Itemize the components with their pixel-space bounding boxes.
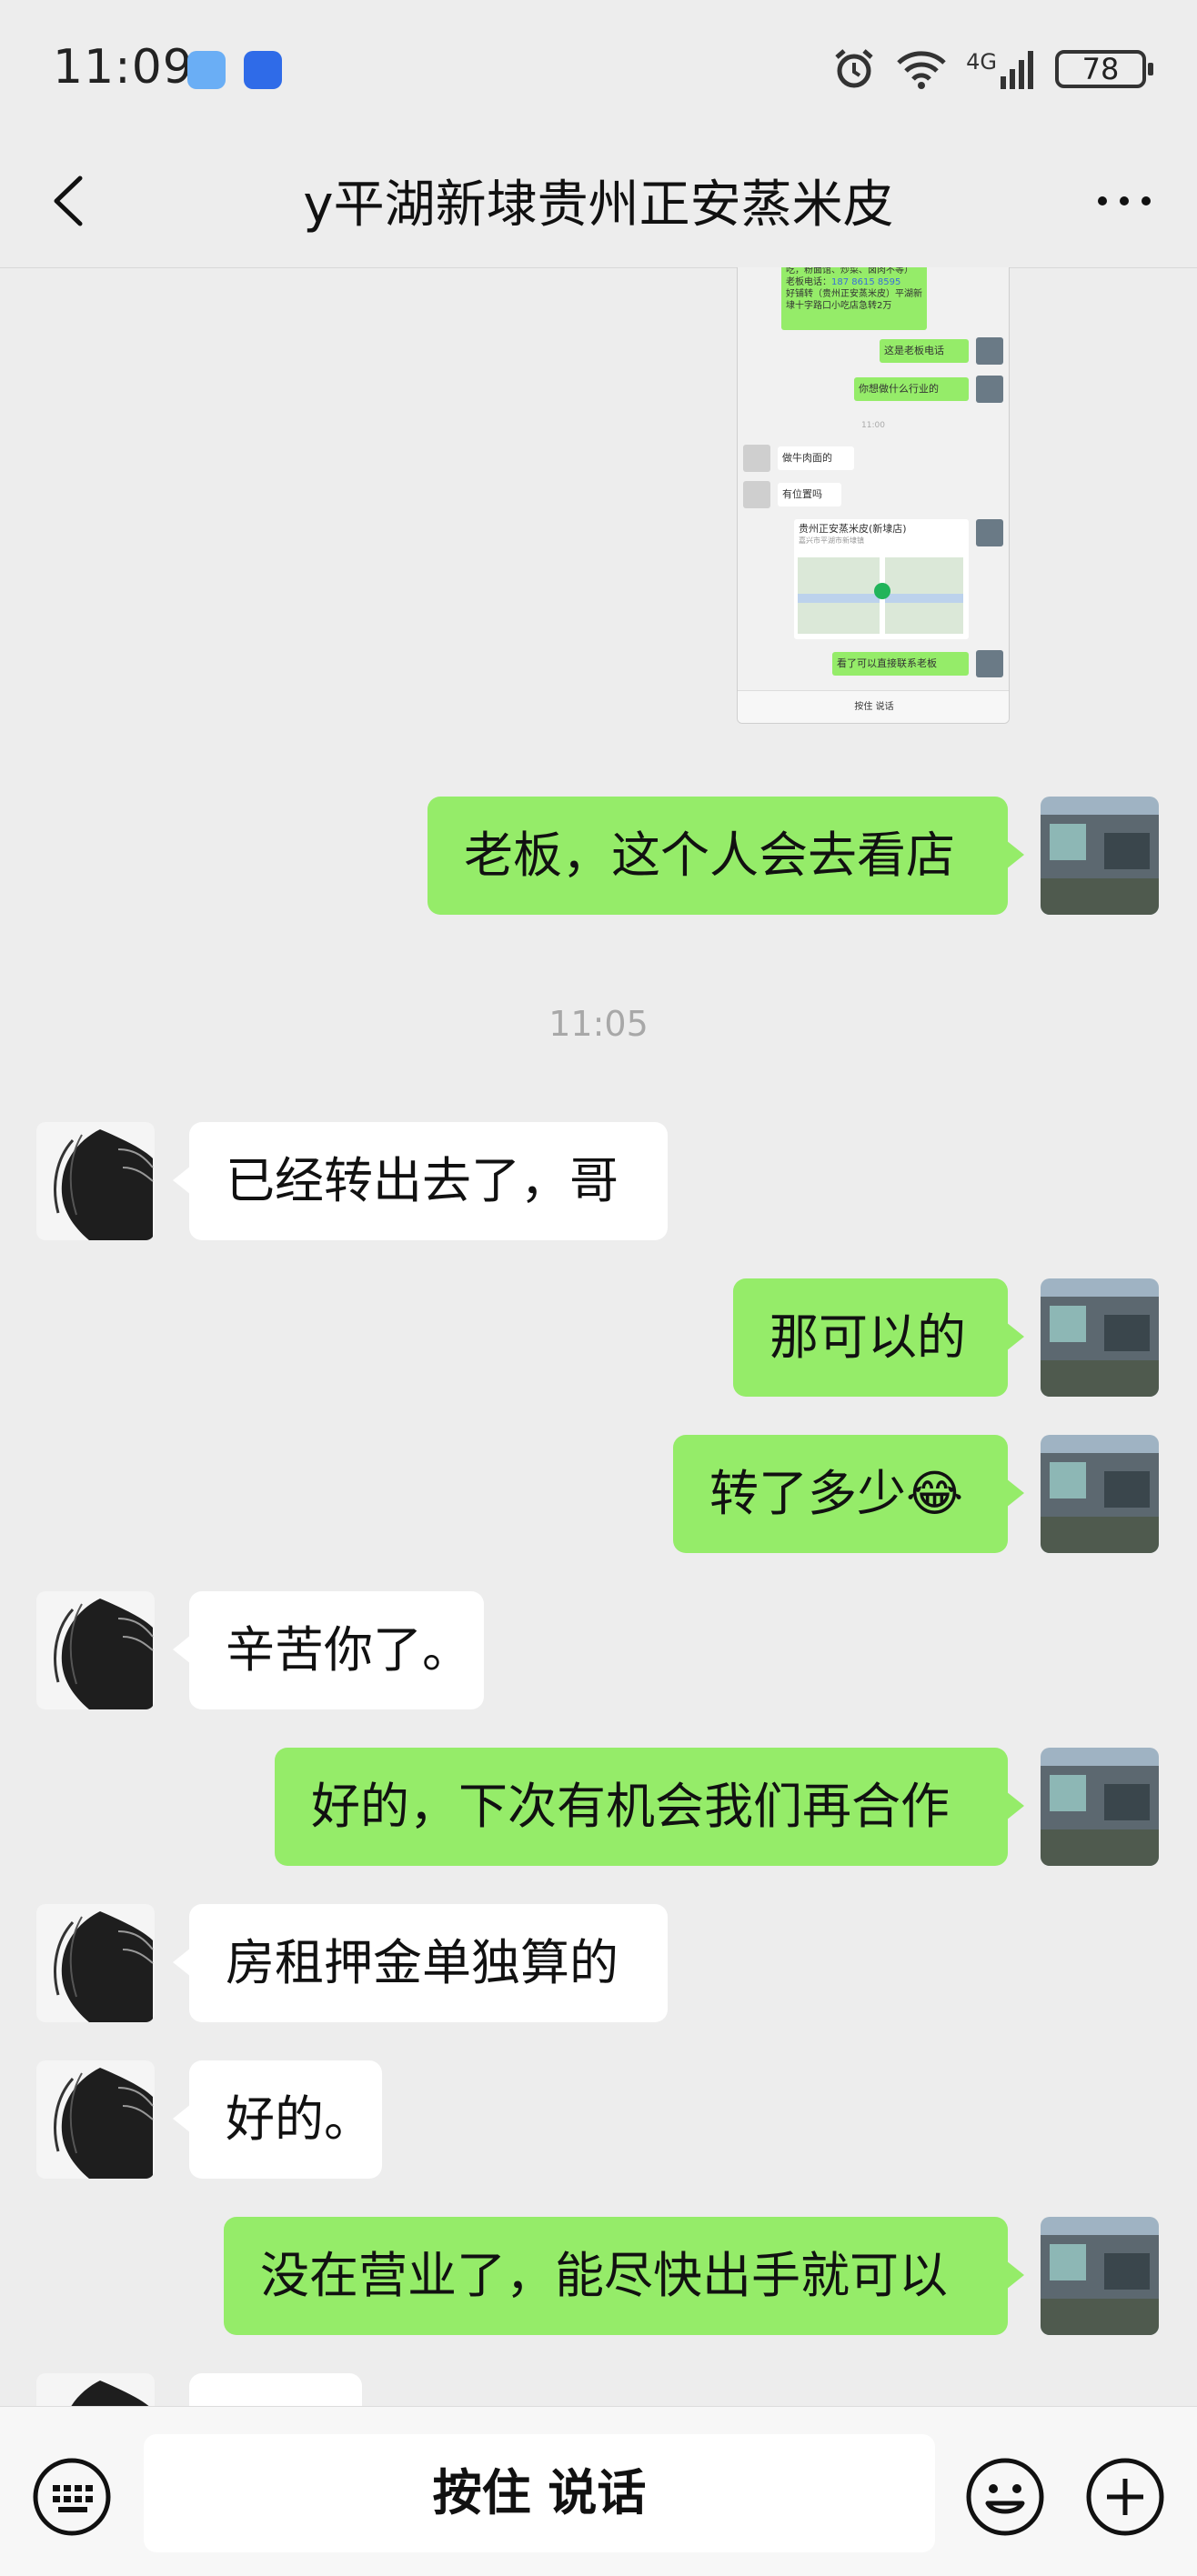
hold-to-talk-button[interactable]: 按住 说话 xyxy=(144,2434,935,2552)
contact-avatar[interactable] xyxy=(36,2373,155,2406)
shot-location-card: 贵州正安蒸米皮(新埭店) 嘉兴市平湖市新埭镇 xyxy=(794,519,969,639)
shot-transfer-text: 好铺转（贵州正安蒸米皮）平湖新埭十字路口小吃店急转2万 xyxy=(786,289,922,311)
plus-icon[interactable] xyxy=(1084,2456,1166,2538)
shot-timestamp: 11:00 xyxy=(861,421,885,430)
my-avatar[interactable] xyxy=(1041,2217,1159,2335)
battery-indicator: 78 xyxy=(1055,50,1153,88)
contact-avatar[interactable] xyxy=(36,1904,155,2022)
shot-avatar xyxy=(976,337,1003,365)
my-message-bubble[interactable]: 老板，这个人会去看店 xyxy=(428,797,1024,915)
wifi-icon xyxy=(897,51,946,89)
notification-app-icon xyxy=(187,51,226,89)
shot-message: 这是老板电话 xyxy=(880,339,969,363)
shot-avatar xyxy=(743,481,770,508)
shot-message: 你想做什么行业的 xyxy=(854,377,969,401)
shot-phone-label: 老板电话： xyxy=(786,277,831,287)
shot-location-title: 贵州正安蒸米皮(新埭店) xyxy=(799,523,907,535)
shot-map-pin xyxy=(874,583,890,599)
crying-laughing-emoji: 😂 xyxy=(906,1465,964,1522)
contact-message-bubble[interactable]: 房租押金单独算的 xyxy=(173,1904,668,2022)
alarm-icon xyxy=(835,49,873,88)
contact-avatar[interactable] xyxy=(36,1122,155,1240)
my-avatar[interactable] xyxy=(1041,797,1159,915)
shot-avatar xyxy=(743,445,770,472)
voice-recorder-icon xyxy=(244,51,282,89)
contact-avatar[interactable] xyxy=(36,1591,155,1709)
contact-message-bubble[interactable]: 辛苦你了。 xyxy=(173,1591,484,1709)
shot-map xyxy=(798,557,963,634)
shot-message: 看了可以直接联系老板 xyxy=(832,652,969,676)
chat-title: y平湖新埭贵州正安蒸米皮 xyxy=(303,175,894,235)
message-text: 转了多少 xyxy=(709,1465,906,1522)
my-avatar[interactable] xyxy=(1041,1748,1159,1866)
shot-avatar xyxy=(976,519,1003,546)
more-options-icon[interactable] xyxy=(1088,169,1161,233)
contact-avatar[interactable] xyxy=(36,2060,155,2179)
shot-message: 做牛肉面的 xyxy=(778,446,854,470)
contact-message-bubble[interactable] xyxy=(189,2373,362,2406)
my-message-bubble[interactable]: 那可以的 xyxy=(733,1278,1024,1397)
chat-area[interactable]: 手机可以住人，十字路口位置，正常营业中，适合开：各类餐饮小吃，粉面馆、炒菜、卤肉… xyxy=(0,267,1197,2406)
input-bar: 按住 说话 xyxy=(0,2406,1197,2576)
status-time: 11:09 xyxy=(53,40,194,95)
shot-location-address: 嘉兴市平湖市新埭镇 xyxy=(799,536,864,545)
my-message-bubble[interactable]: 没在营业了，能尽快出手就可以 xyxy=(224,2217,1024,2335)
my-message-bubble[interactable]: 转了多少😂 xyxy=(673,1435,1024,1553)
shot-message: 有位置吗 xyxy=(778,483,841,506)
contact-message-bubble[interactable]: 好的。 xyxy=(173,2060,382,2179)
shot-avatar xyxy=(976,376,1003,403)
signal-icon xyxy=(1001,51,1033,89)
my-avatar[interactable] xyxy=(1041,1278,1159,1397)
contact-message-bubble[interactable]: 已经转出去了，哥 xyxy=(173,1122,668,1240)
my-message-bubble[interactable]: 好的，下次有机会我们再合作 xyxy=(275,1748,1024,1866)
chat-header: y平湖新埭贵州正安蒸米皮 xyxy=(0,136,1197,268)
keyboard-icon[interactable] xyxy=(31,2456,113,2538)
shot-input-bar: 按住 说话 xyxy=(738,690,1009,723)
shot-voice-label: 按住 说话 xyxy=(854,702,894,712)
emoji-icon[interactable] xyxy=(964,2456,1046,2538)
status-bar: 11:09 4G 78 xyxy=(0,0,1197,136)
shot-avatar xyxy=(976,650,1003,677)
my-avatar[interactable] xyxy=(1041,1435,1159,1553)
network-type: 4G xyxy=(966,49,997,75)
shot-phone-number: 187 8615 8595 xyxy=(831,277,901,287)
shot-info-text: 手机可以住人，十字路口位置，正常营业中，适合开：各类餐饮小吃，粉面馆、炒菜、卤肉… xyxy=(786,267,913,276)
battery-level: 78 xyxy=(1081,52,1120,86)
screenshot-image-message[interactable]: 手机可以住人，十字路口位置，正常营业中，适合开：各类餐饮小吃，粉面馆、炒菜、卤肉… xyxy=(737,267,1010,724)
message-timestamp: 11:05 xyxy=(548,1004,649,1044)
